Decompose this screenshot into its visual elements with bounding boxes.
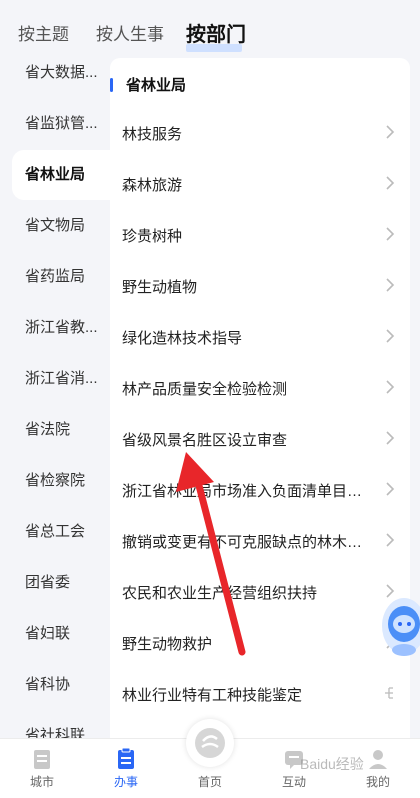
service-item[interactable]: 森林旅游 — [110, 159, 410, 210]
nav-label: 城市 — [29, 775, 54, 789]
service-item[interactable]: 林产品质量安全检验检测 — [110, 363, 410, 414]
chevron-right-icon — [386, 380, 395, 394]
service-item-scenic-area[interactable]: 省级风景名胜区设立审查 — [110, 414, 410, 465]
service-item[interactable]: 撤销或变更有不可克服缺点的林木良种 — [110, 516, 410, 567]
sidebar-item[interactable]: 省社科联 — [0, 711, 110, 738]
panel-title: 省林业局 — [126, 77, 187, 94]
section-marker — [110, 78, 113, 92]
nav-city[interactable]: 城市 — [0, 739, 84, 798]
service-item-label: 农民和农业生产经营组织扶持 — [122, 585, 318, 602]
service-item-label: 野生动物救护 — [122, 636, 213, 653]
sidebar-item[interactable]: 省大数据... — [0, 48, 110, 98]
sidebar-item[interactable]: 省药监局 — [0, 252, 110, 302]
nav-label: 办事 — [113, 775, 138, 789]
nav-services[interactable]: 办事 — [84, 739, 168, 798]
chevron-right-icon — [386, 431, 395, 445]
tab-by-life-event[interactable]: 按人生事 — [96, 20, 164, 45]
service-item[interactable]: 野生动植物 — [110, 261, 410, 312]
service-list-panel: 省林业局 林技服务 森林旅游 珍贵树种 野生动植物 绿化造林技术指导 林产品质量… — [110, 58, 410, 738]
clipboard-icon — [118, 747, 134, 769]
nav-label: 我的 — [365, 775, 390, 789]
service-item-label: 野生动植物 — [122, 279, 198, 296]
sidebar-item[interactable]: 省总工会 — [0, 507, 110, 557]
chevron-right-icon — [386, 533, 395, 547]
sidebar-item[interactable]: 省科协 — [0, 660, 110, 710]
chevron-right-icon — [386, 329, 395, 343]
chevron-right-icon — [386, 227, 395, 241]
service-item-label: 林技服务 — [122, 126, 183, 143]
sidebar-item[interactable]: 团省委 — [0, 558, 110, 608]
chevron-right-icon — [386, 278, 395, 292]
service-item-label: 森林旅游 — [122, 177, 183, 194]
sidebar-item[interactable]: 省妇联 — [0, 609, 110, 659]
tree-expand-icon — [385, 687, 393, 699]
user-icon — [369, 750, 387, 769]
service-item[interactable]: 浙江省林业局市场准入负面清单目录... — [110, 465, 410, 516]
chevron-right-icon — [386, 125, 395, 139]
sidebar-item[interactable]: 浙江省教... — [0, 303, 110, 353]
tab-by-topic[interactable]: 按主题 — [18, 20, 69, 45]
chevron-right-icon — [386, 482, 395, 496]
service-item[interactable]: 绿化造林技术指导 — [110, 312, 410, 363]
chevron-right-icon — [386, 635, 395, 649]
sidebar-item[interactable]: 浙江省消... — [0, 354, 110, 404]
sidebar-item[interactable]: 省监狱管... — [0, 99, 110, 149]
chevron-right-icon — [386, 176, 395, 190]
sidebar-item[interactable]: 省法院 — [0, 405, 110, 455]
service-item[interactable]: 珍贵树种 — [110, 210, 410, 261]
service-item-label: 省级风景名胜区设立审查 — [122, 432, 288, 449]
service-item-label: 绿化造林技术指导 — [122, 330, 243, 347]
sidebar-item[interactable]: 省检察院 — [0, 456, 110, 506]
department-sidebar: 省大数据... 省监狱管... 省林业局 省文物局 省药监局 浙江省教... 浙… — [0, 48, 110, 738]
nav-label: 首页 — [197, 775, 222, 789]
chevron-right-icon — [386, 584, 395, 598]
service-item-label: 撤销或变更有不可克服缺点的林木良种 — [122, 534, 372, 551]
panel-header: 省林业局 — [110, 74, 410, 96]
service-item[interactable]: 林业行业特有工种技能鉴定 — [110, 669, 410, 720]
watermark: Baidu经验 — [300, 756, 364, 772]
city-icon — [34, 750, 50, 769]
service-item-label: 林业行业特有工种技能鉴定 — [122, 687, 303, 704]
service-item[interactable]: 农民和农业生产经营组织扶持 — [110, 567, 410, 618]
service-item[interactable]: 林技服务 — [110, 108, 410, 159]
sidebar-item[interactable]: 省文物局 — [0, 201, 110, 251]
sidebar-item-active[interactable]: 省林业局 — [12, 150, 110, 200]
tab-by-department[interactable]: 按部门 — [186, 18, 246, 47]
service-item-label: 浙江省林业局市场准入负面清单目录... — [122, 483, 372, 500]
service-item[interactable]: 野生动物救护 — [110, 618, 410, 669]
nav-label: 互动 — [281, 775, 306, 789]
service-item-label: 林产品质量安全检验检测 — [122, 381, 288, 398]
service-item-label: 珍贵树种 — [122, 228, 183, 245]
nav-home[interactable]: 首页 — [168, 739, 252, 798]
